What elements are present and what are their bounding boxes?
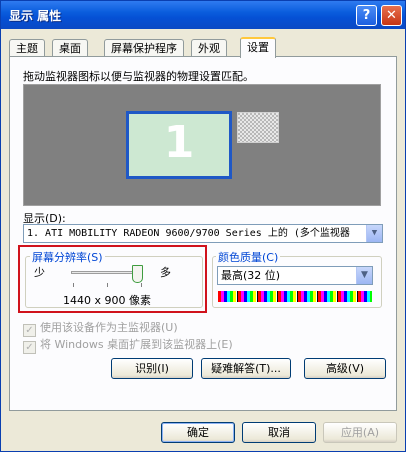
checkbox-extend-label: 将 Windows 桌面扩展到该监视器上(E)	[40, 338, 233, 351]
color-quality-select[interactable]: 最高(32 位) ▼	[217, 266, 373, 285]
display-select-value: 1. ATI MOBILITY RADEON 9600/9700 Series …	[27, 228, 350, 239]
identify-button[interactable]: 识别(I)	[111, 358, 193, 379]
chevron-down-icon[interactable]: ▼	[366, 225, 382, 242]
instruction-text: 拖动监视器图标以便与监视器的物理设置匹配。	[23, 70, 254, 83]
color-quality-label: 颜色质量(C)	[216, 249, 281, 265]
highlight-box	[18, 245, 207, 313]
close-button[interactable]: ✕	[381, 5, 402, 26]
display-properties-window: 显示 属性 ? ✕ 主题 桌面 屏幕保护程序 外观 设置 拖动监视器图标以便与监…	[0, 0, 406, 452]
checkbox-extend-desktop[interactable]: ✓ 将 Windows 桌面扩展到该监视器上(E)	[23, 336, 233, 354]
tab-screensaver[interactable]: 屏幕保护程序	[104, 39, 184, 56]
color-quality-value: 最高(32 位)	[221, 269, 281, 282]
checkbox-primary-label: 使用该设备作为主监视器(U)	[40, 321, 178, 334]
troubleshoot-button[interactable]: 疑难解答(T)...	[201, 358, 291, 379]
title-bar[interactable]: 显示 属性 ? ✕	[1, 1, 405, 29]
monitor-1-icon[interactable]: 1	[126, 111, 232, 179]
tab-settings[interactable]: 设置	[240, 37, 276, 58]
color-spectrum-preview	[218, 291, 372, 302]
advanced-button[interactable]: 高级(V)	[304, 358, 386, 379]
window-title: 显示 属性	[9, 9, 62, 23]
cancel-button[interactable]: 取消	[242, 422, 316, 443]
checkbox-primary-monitor[interactable]: ✓ 使用该设备作为主监视器(U)	[23, 319, 178, 337]
monitor-2-icon[interactable]	[237, 112, 279, 143]
tab-themes[interactable]: 主题	[9, 39, 45, 56]
help-button[interactable]: ?	[356, 5, 377, 26]
tab-desktop[interactable]: 桌面	[52, 39, 88, 56]
ok-button[interactable]: 确定	[161, 422, 235, 443]
chevron-down-icon[interactable]: ▼	[356, 267, 372, 284]
checkmark-icon: ✓	[23, 341, 36, 354]
tab-appearance[interactable]: 外观	[191, 39, 227, 56]
apply-button[interactable]: 应用(A)	[323, 422, 397, 443]
display-select[interactable]: 1. ATI MOBILITY RADEON 9600/9700 Series …	[23, 224, 383, 243]
